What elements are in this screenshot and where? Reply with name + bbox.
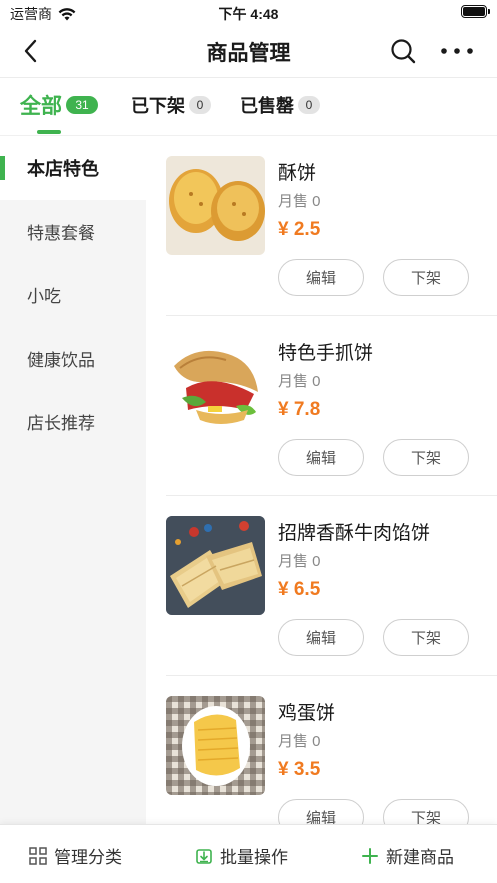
product-price: ¥ 7.8	[278, 399, 321, 420]
tab-label: 全部	[20, 95, 62, 118]
delist-button[interactable]: 下架	[383, 799, 469, 824]
sidebar-item-label: 特惠套餐	[27, 223, 95, 243]
grid-icon	[29, 846, 47, 865]
new-product-label: 新建商品	[386, 848, 454, 867]
product-name: 酥饼	[278, 163, 317, 184]
manage-categories-label: 管理分类	[54, 848, 122, 867]
product-image	[166, 336, 265, 435]
tab-label: 已下架	[131, 96, 185, 116]
tab-count-badge: 31	[66, 96, 98, 114]
delist-button[interactable]: 下架	[383, 439, 469, 476]
sidebar-item-manager-picks[interactable]: 店长推荐	[0, 390, 146, 454]
battery-icon	[461, 5, 490, 18]
edit-button[interactable]: 编辑	[278, 799, 364, 824]
sidebar-item-label: 小吃	[27, 287, 61, 307]
sidebar-item-special-combos[interactable]: 特惠套餐	[0, 200, 146, 264]
product-name: 特色手抓饼	[278, 343, 374, 364]
product-price: ¥ 3.5	[278, 759, 321, 780]
sidebar-item-label: 健康饮品	[27, 350, 95, 370]
sidebar-item-label: 本店特色	[27, 158, 99, 179]
product-monthly-sales: 月售 0	[278, 733, 321, 750]
product-monthly-sales: 月售 0	[278, 553, 321, 570]
product-image	[166, 516, 265, 615]
status-tabs: 全部 31 已下架 0 已售罄 0	[0, 78, 497, 136]
tab-count-badge: 0	[298, 96, 320, 114]
edit-button[interactable]: 编辑	[278, 439, 364, 476]
product-image	[166, 696, 265, 795]
more-icon[interactable]	[439, 37, 475, 65]
plus-icon	[362, 847, 378, 864]
tab-delisted[interactable]: 已下架 0	[131, 92, 211, 118]
delist-button[interactable]: 下架	[383, 259, 469, 296]
product-card[interactable]: 招牌香酥牛肉馅饼 月售 0 ¥ 6.5 编辑 下架	[166, 496, 497, 676]
active-category-indicator	[0, 156, 5, 180]
product-monthly-sales: 月售 0	[278, 373, 321, 390]
product-card[interactable]: 特色手抓饼 月售 0 ¥ 7.8 编辑 下架	[166, 316, 497, 496]
product-name: 招牌香酥牛肉馅饼	[278, 523, 431, 544]
product-list: 酥饼 月售 0 ¥ 2.5 编辑 下架 特色手抓饼 月售 0 ¥ 7.8 编辑 …	[146, 136, 497, 824]
tab-label: 已售罄	[240, 96, 294, 116]
product-price: ¥ 6.5	[278, 579, 321, 600]
product-price: ¥ 2.5	[278, 219, 321, 240]
batch-operations-button[interactable]: 批量操作	[194, 843, 288, 868]
batch-icon	[196, 848, 212, 864]
sidebar-item-store-specials[interactable]: 本店特色	[0, 136, 146, 200]
sidebar-item-label: 店长推荐	[27, 414, 95, 434]
nav-bar: 商品管理	[0, 24, 497, 78]
batch-operations-label: 批量操作	[220, 848, 288, 867]
product-monthly-sales: 月售 0	[278, 193, 321, 210]
product-card[interactable]: 鸡蛋饼 月售 0 ¥ 3.5 编辑 下架	[166, 676, 497, 824]
tab-count-badge: 0	[189, 96, 211, 114]
tab-sold-out[interactable]: 已售罄 0	[240, 92, 320, 118]
delist-button[interactable]: 下架	[383, 619, 469, 656]
sidebar-item-healthy-drinks[interactable]: 健康饮品	[0, 327, 146, 391]
product-name: 鸡蛋饼	[278, 703, 336, 724]
category-sidebar: 本店特色 特惠套餐 小吃 健康饮品 店长推荐	[0, 136, 146, 824]
edit-button[interactable]: 编辑	[278, 619, 364, 656]
status-time: 下午 4:48	[218, 6, 279, 22]
edit-button[interactable]: 编辑	[278, 259, 364, 296]
product-image	[166, 156, 265, 255]
search-icon[interactable]	[389, 37, 417, 65]
new-product-button[interactable]: 新建商品	[360, 843, 454, 868]
tab-all[interactable]: 全部 31	[20, 90, 98, 120]
product-card[interactable]: 酥饼 月售 0 ¥ 2.5 编辑 下架	[166, 136, 497, 316]
bottom-action-bar: 管理分类 批量操作 新建商品	[0, 824, 497, 883]
active-tab-indicator	[37, 130, 61, 134]
manage-categories-button[interactable]: 管理分类	[28, 843, 122, 868]
status-bar: 运营商 下午 4:48	[0, 0, 497, 24]
sidebar-item-snacks[interactable]: 小吃	[0, 263, 146, 327]
page-title: 商品管理	[206, 42, 291, 65]
